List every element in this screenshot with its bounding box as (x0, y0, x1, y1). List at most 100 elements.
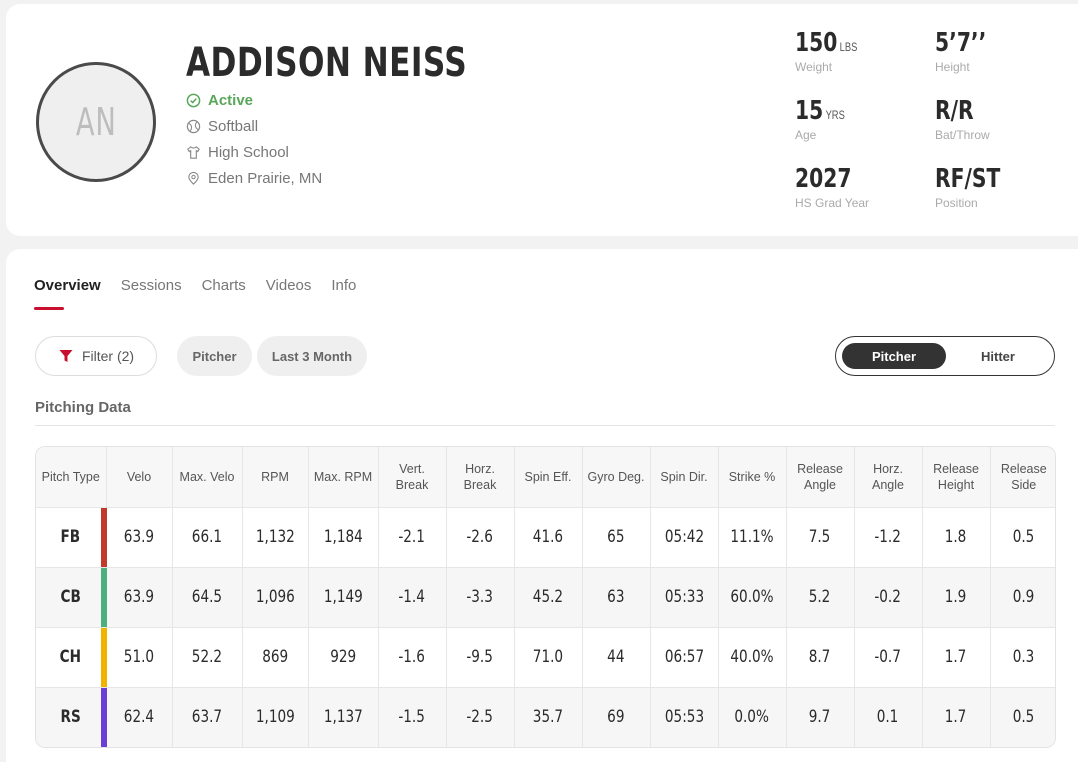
table-cell: 40.0% (718, 627, 787, 688)
table-cell: -2.6 (446, 507, 515, 568)
column-header: Pitch Type (36, 447, 107, 508)
stat-bat-throw: R/R Bat/Throw (935, 96, 990, 142)
cell-value: 8.7 (809, 647, 831, 667)
cell-value: 7.5 (809, 527, 831, 547)
stat-grad-year-value: 2027 (795, 164, 852, 194)
filter-label: Filter (2) (81, 348, 135, 364)
cell-value: -0.2 (874, 587, 902, 607)
table-cell: -2.5 (446, 687, 515, 747)
toggle-hitter[interactable]: Hitter (946, 343, 1050, 369)
cell-value: -2.1 (398, 527, 426, 547)
location-pin-icon (188, 171, 199, 185)
cell-value: 44 (607, 647, 625, 667)
table-cell: 71.0 (514, 627, 583, 688)
filter-button[interactable]: Filter (2) (35, 336, 157, 376)
table-cell: 35.7 (514, 687, 583, 747)
cell-value: 63.9 (123, 587, 155, 607)
pitch-type-label: FB (60, 527, 81, 547)
column-header: Spin Eff. (514, 447, 583, 508)
column-header: Release Angle (786, 447, 855, 508)
table-cell: 1,184 (308, 507, 379, 568)
table-cell: 05:53 (650, 687, 719, 747)
location-row: Eden Prairie, MN (186, 170, 322, 187)
cell-value: 0.1 (877, 707, 899, 728)
column-header: Velo (106, 447, 173, 508)
sport-text: Softball (208, 118, 259, 135)
cell-value: 41.6 (532, 527, 564, 547)
stat-age-value: 15 YRS (795, 96, 845, 126)
cell-value: 66.1 (191, 527, 223, 547)
filter-chip-last-3-month[interactable]: Last 3 Month (257, 336, 367, 376)
cell-value: 62.4 (123, 707, 155, 728)
status-row: Active (186, 92, 253, 109)
cell-value: 63.9 (123, 527, 155, 547)
table-cell: 929 (308, 627, 379, 688)
table-cell: -1.6 (378, 627, 447, 688)
check-circle-icon (186, 93, 201, 108)
stat-weight-value: 150 LBS (795, 28, 858, 58)
toggle-pitcher[interactable]: Pitcher (842, 343, 946, 369)
table-cell: 1.7 (922, 627, 991, 688)
tab-overview[interactable]: Overview (34, 277, 101, 310)
table-cell: 0.1 (854, 687, 923, 747)
cell-value: -1.2 (874, 527, 902, 547)
softball-icon (186, 119, 201, 134)
cell-value: -3.3 (466, 587, 494, 607)
table-cell: 8.7 (786, 627, 855, 688)
cell-value: 05:42 (664, 527, 704, 547)
main-card: Overview Sessions Charts Videos Info Fil… (6, 249, 1078, 762)
table-cell: 9.7 (786, 687, 855, 747)
section-title: Pitching Data (35, 399, 131, 416)
table-cell: 1,137 (308, 687, 379, 747)
column-header: RPM (242, 447, 309, 508)
column-header: Vert. Break (378, 447, 447, 508)
cell-value: 65 (607, 527, 625, 547)
cell-value: 69 (607, 707, 625, 728)
table-cell: 0.3 (990, 627, 1055, 688)
cell-value: 1,184 (323, 527, 363, 547)
cell-value: 35.7 (532, 707, 564, 728)
filter-chip-pitcher[interactable]: Pitcher (177, 336, 252, 376)
table-cell: 1,109 (242, 687, 309, 747)
table-cell: -0.2 (854, 567, 923, 628)
column-header: Horz. Break (446, 447, 515, 508)
pitch-type-label: CH (60, 647, 82, 667)
table-cell: 0.5 (990, 507, 1055, 568)
cell-value: -9.5 (466, 647, 494, 667)
profile-card: AN ADDISON NEISS Active Softball High Sc… (6, 4, 1078, 236)
tab-sessions[interactable]: Sessions (121, 277, 182, 304)
table-cell: 63 (582, 567, 651, 628)
cell-value: 06:57 (664, 647, 704, 667)
tab-bar: Overview Sessions Charts Videos Info (34, 277, 356, 310)
table-cell: 0.9 (990, 567, 1055, 628)
avatar-initials: AN (75, 100, 117, 144)
table-cell: 1,132 (242, 507, 309, 568)
table-cell: 62.4 (106, 687, 173, 747)
table-cell: 05:33 (650, 567, 719, 628)
table-cell: 1.8 (922, 507, 991, 568)
cell-value: 1,137 (323, 707, 363, 728)
cell-value: -1.6 (398, 647, 426, 667)
table-cell: 63.7 (172, 687, 243, 747)
cell-value: 5.2 (809, 587, 831, 607)
table-cell: -2.1 (378, 507, 447, 568)
stat-age-label: Age (795, 128, 817, 142)
tab-info[interactable]: Info (331, 277, 356, 304)
stat-height: 5’7’’ Height (935, 28, 1001, 74)
table-cell: 64.5 (172, 567, 243, 628)
column-header: Strike % (718, 447, 787, 508)
tab-videos[interactable]: Videos (266, 277, 312, 304)
cell-value: 869 (262, 647, 288, 667)
cell-value: 1,132 (255, 527, 295, 547)
table-cell: 52.2 (172, 627, 243, 688)
cell-value: 63.7 (191, 707, 223, 728)
table-cell: 1,096 (242, 567, 309, 628)
stat-position-label: Position (935, 196, 978, 210)
cell-value: -0.7 (874, 647, 902, 667)
table-row: FB 63.9 66.1 1,132 1,184 -2.1 -2.6 41.6 65 05:42 1… (36, 507, 1055, 568)
table-cell: 63.9 (106, 507, 173, 568)
jersey-icon (187, 146, 200, 159)
cell-value: 1,149 (323, 587, 363, 607)
stat-position: RF/ST Position (935, 164, 1019, 210)
tab-charts[interactable]: Charts (202, 277, 246, 304)
